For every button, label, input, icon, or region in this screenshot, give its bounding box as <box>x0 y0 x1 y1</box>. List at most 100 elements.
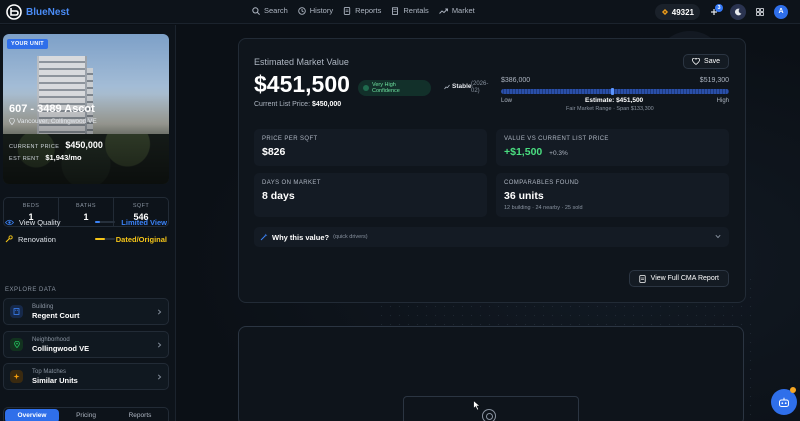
sidebar: YOUR UNIT 607 - 3489 Ascot Vancouver, Co… <box>0 25 176 421</box>
unit-location-text: Vancouver, Collingwood VE <box>17 118 97 125</box>
metric-vs-list-price: VALUE VS CURRENT LIST PRICE +$1,500 +0.3… <box>496 129 729 166</box>
eye-icon <box>5 219 14 225</box>
apps-grid-button[interactable] <box>756 8 764 16</box>
fair-market-range-label: Fair Market Range · Span $133,300 <box>566 106 654 112</box>
explore-neighborhood-sub: Neighborhood <box>32 336 70 343</box>
trend-period-line-1: (2026- <box>471 81 489 87</box>
mouse-cursor-icon <box>473 400 481 411</box>
nav-history[interactable]: History <box>298 6 333 15</box>
estimate-marker <box>611 88 615 95</box>
why-this-value-accordion[interactable]: Why this value? (quick drivers) <box>254 227 729 247</box>
your-unit-badge: YOUR UNIT <box>7 39 48 49</box>
list-price-value: $450,000 <box>311 101 342 108</box>
trend-flat-icon <box>444 84 450 89</box>
cma-button-label: View Full CMA Report <box>650 275 719 282</box>
sidebar-tabs: Overview Pricing Reports <box>3 407 169 421</box>
trend-icon <box>438 8 448 14</box>
building-icon <box>392 6 399 15</box>
main-content: Estimated Market Value Save $451,500 Ver… <box>177 25 800 421</box>
feature-renovation: Renovation Dated/Original <box>5 233 167 245</box>
grid-icon <box>756 8 764 16</box>
feature-renovation-bar <box>95 238 115 240</box>
history-icon <box>298 6 306 15</box>
feature-view-quality: View Quality Limited View <box>5 216 167 228</box>
theme-toggle-button[interactable] <box>730 4 746 20</box>
metric-price-per-sqft-value: $826 <box>262 146 286 158</box>
est-rent-label: EST RENT <box>9 156 40 162</box>
nav-search[interactable]: Search <box>252 6 288 15</box>
points-counter[interactable]: 49321 <box>654 4 700 20</box>
confidence-dot <box>363 85 369 91</box>
metric-price-per-sqft-label: PRICE PER SQFT <box>262 136 318 142</box>
trend-indicator: Stable <box>444 83 472 90</box>
explore-data-title: EXPLORE DATA <box>5 287 57 293</box>
stat-baths-label: BATHS <box>76 203 96 209</box>
trend-label: Stable <box>452 83 472 90</box>
valuation-card: Estimated Market Value Save $451,500 Ver… <box>238 38 746 303</box>
explore-neighborhood-main: Collingwood VE <box>32 343 90 353</box>
tab-overview[interactable]: Overview <box>5 409 59 421</box>
explore-building-icon-wrap <box>10 305 23 318</box>
metric-price-per-sqft: PRICE PER SQFT $826 <box>254 129 487 166</box>
assistant-status-dot <box>790 387 796 393</box>
chevron-right-icon <box>157 309 162 315</box>
range-high-value: $519,300 <box>699 77 729 84</box>
fair-market-range-bar <box>501 88 729 95</box>
add-button[interactable]: 3 <box>710 4 723 16</box>
sparkle-icon <box>13 373 20 380</box>
explore-top-matches[interactable]: Top Matches Similar Units <box>3 363 169 390</box>
metric-days-on-market: DAYS ON MARKET 8 days <box>254 173 487 217</box>
coin-icon <box>661 9 668 15</box>
feature-view-quality-label: View Quality <box>19 217 61 227</box>
nav-rentals-label: Rentals <box>403 6 429 15</box>
feature-view-quality-bar <box>95 221 115 223</box>
explore-building-sub: Building <box>32 303 54 310</box>
search-icon <box>252 6 260 15</box>
nav-history-label: History <box>309 6 334 15</box>
unit-hero-card[interactable]: YOUR UNIT 607 - 3489 Ascot Vancouver, Co… <box>3 34 169 184</box>
tab-reports[interactable]: Reports <box>113 409 167 421</box>
nav-market[interactable]: Market <box>438 6 475 15</box>
feature-renovation-label: Renovation <box>18 234 56 244</box>
current-list-price: Current List Price: $450,000 <box>254 101 341 108</box>
unit-title: 607 - 3489 Ascot <box>9 103 95 115</box>
why-label: Why this value? <box>272 232 330 242</box>
save-button-label: Save <box>704 58 720 65</box>
current-price-row: CURRENT PRICE $450,000 <box>9 140 103 150</box>
brand[interactable]: BlueNest <box>6 4 69 20</box>
save-button[interactable]: Save <box>683 54 729 69</box>
nav-search-label: Search <box>264 6 288 15</box>
metric-vs-list-value: +$1,500 <box>504 146 543 158</box>
explore-building[interactable]: Building Regent Court <box>3 298 169 325</box>
main-nav: Search History Reports Rentals Market <box>252 6 485 15</box>
top-right-controls: 49321 3 A <box>654 4 788 20</box>
robot-icon <box>779 397 789 407</box>
confidence-line-2: Confidence <box>372 88 400 94</box>
loading-ring-icon <box>482 409 496 421</box>
estimated-value: $451,500 <box>254 71 350 97</box>
tab-pricing[interactable]: Pricing <box>59 409 113 421</box>
feature-view-quality-fill <box>95 221 100 223</box>
trend-period-line-2: 02) <box>471 88 480 94</box>
explore-neighborhood[interactable]: Neighborhood Collingwood VE <box>3 331 169 358</box>
metric-comps-value: 36 units <box>504 190 544 202</box>
points-value: 49321 <box>671 7 694 17</box>
secondary-card <box>238 326 744 421</box>
unit-location: Vancouver, Collingwood VE <box>9 118 97 125</box>
range-low-value: $386,000 <box>501 77 531 84</box>
document-icon <box>343 6 351 15</box>
metric-vs-list-label: VALUE VS CURRENT LIST PRICE <box>504 136 609 142</box>
document-icon <box>639 274 646 283</box>
view-cma-report-button[interactable]: View Full CMA Report <box>628 270 729 287</box>
chevron-right-icon <box>157 342 162 348</box>
stat-beds-label: BEDS <box>22 203 40 209</box>
confidence-badge: Very High Confidence <box>358 80 431 96</box>
nav-rentals[interactable]: Rentals <box>391 6 429 15</box>
chevron-right-icon <box>157 374 162 380</box>
current-price-label: CURRENT PRICE <box>9 144 60 150</box>
stat-sqft-label: SQFT <box>132 203 150 209</box>
user-avatar[interactable]: A <box>774 5 788 19</box>
current-price-value: $450,000 <box>65 140 103 150</box>
nav-reports[interactable]: Reports <box>343 6 381 15</box>
explore-top-matches-sub: Top Matches <box>32 368 67 375</box>
